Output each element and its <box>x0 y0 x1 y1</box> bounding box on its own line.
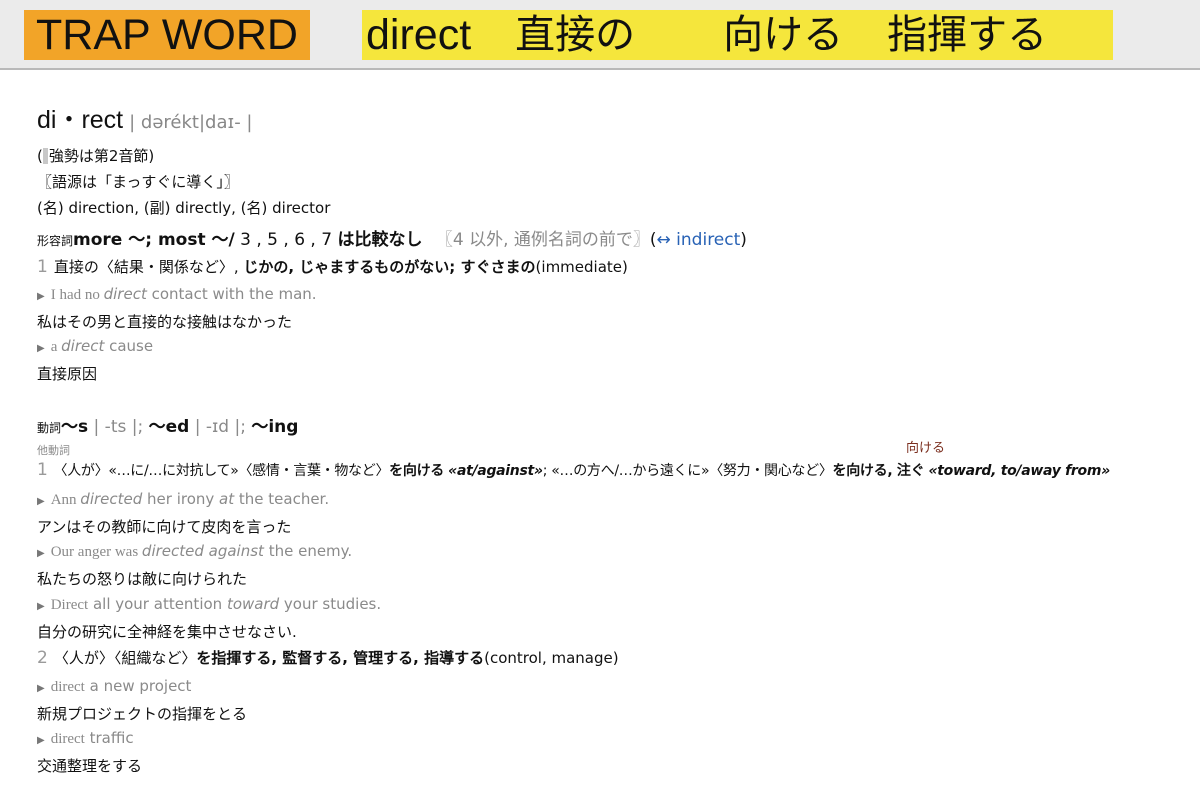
example-serif-text: Our anger was <box>50 544 142 560</box>
example-en[interactable]: ▶ Direct all your attention toward your s… <box>37 595 381 614</box>
verb-sense-1: 1 〈人が〉«…に/…に対抗して»〈感情・言葉・物など〉を向ける «at/agai… <box>37 460 1110 480</box>
pos-verb: 動詞 <box>37 421 62 435</box>
example-ja: 私たちの怒りは敵に向けられた <box>37 570 248 588</box>
example-serif-text: I had no <box>50 287 104 303</box>
triangle-right-icon: ▶ <box>37 291 45 302</box>
adj-sense-1: 1 直接の〈結果・関係など〉, じかの, じゃまするものがない; すぐさまの(im… <box>37 256 628 277</box>
pronunciation: | dərékt|daɪ- | <box>129 112 253 133</box>
verb-sense-2-a: 〈人が〉〈組織など〉 <box>53 649 197 667</box>
triangle-right-icon: ▶ <box>37 735 45 746</box>
example-serif-text: a <box>50 339 62 355</box>
example-mid-text: all your attention <box>88 595 227 613</box>
verb-sense-1-a: 〈人が〉«…に/…に対抗して»〈感情・言葉・物など〉 <box>53 463 390 479</box>
verb-sense-2: 2 〈人が〉〈組織など〉を指揮する, 監督する, 管理する, 指導する(contr… <box>37 647 619 668</box>
verb-sense-2-b: を指揮する, 監督する, 管理する, 指導する <box>196 649 485 667</box>
derivatives: (名) direction, (副) directly, (名) directo… <box>37 199 331 217</box>
example-rest-text: your studies. <box>279 595 382 613</box>
verb-form-s-pron: | -ts |; <box>93 417 144 437</box>
word-banner: direct 直接の 向ける 指揮する <box>362 10 1113 60</box>
example-italic-text: directed against <box>141 542 264 560</box>
example-serif-text: direct <box>50 679 85 695</box>
example-en[interactable]: ▶ Our anger was directed against the enem… <box>37 542 352 561</box>
example-en[interactable]: ▶ Ann directed her irony at the teacher. <box>37 490 329 509</box>
example-ja: 新規プロジェクトの指揮をとる <box>37 705 248 723</box>
example-en[interactable]: ▶ a direct cause <box>37 337 153 356</box>
example-rest-text: the enemy. <box>263 542 353 560</box>
example-rest-text: the teacher. <box>234 490 330 508</box>
adj-not-comparable-senses: 3 , 5 , 6 , 7 <box>234 230 338 250</box>
example-ja: 私はその男と直接的な接触はなかった <box>37 313 293 331</box>
example-rest-text: contact with the man. <box>146 285 317 303</box>
verb-sense-1-d: ; «…の方へ/…から遠くに»〈努力・関心など〉 <box>542 463 833 479</box>
example-rest-text: traffic <box>84 729 134 747</box>
triangle-right-icon: ▶ <box>37 343 45 354</box>
verb-sense-1-e: を向ける, 注ぐ <box>832 463 925 479</box>
example-mid-text: her irony <box>142 490 220 508</box>
example-ja: 自分の研究に全神経を集中させなさい. <box>37 623 297 641</box>
example-rest-text: a new project <box>84 677 192 695</box>
example-italic-text: direct <box>103 285 147 303</box>
example-italic-text: at <box>219 490 235 508</box>
example-italic-text: toward <box>226 595 280 613</box>
trap-word-label: TRAP WORD <box>24 10 310 60</box>
example-en[interactable]: ▶ I had no direct contact with the man. <box>37 285 317 304</box>
example-italic-text: direct <box>61 337 105 355</box>
etymology: 〖語源は「まっすぐに導く」〗 <box>37 173 239 191</box>
verb-form-s: 〜s <box>61 417 89 437</box>
verb-header: 動詞〜s | -ts |; 〜ed | -ɪd |; 〜ing <box>37 412 298 437</box>
sense-number: 1 <box>37 460 48 480</box>
adj-antonym-close: ) <box>740 230 747 250</box>
verb-form-ed-pron: | -ɪd |; <box>194 417 246 437</box>
sense-number: 1 <box>37 257 48 277</box>
adj-forms: more 〜; most 〜/ <box>73 230 235 250</box>
verb-sense-1-b: を向ける <box>389 463 444 479</box>
adj-sense-1-prefix: 直接の〈結果・関係など〉, <box>53 258 239 276</box>
example-serif-text: Ann <box>50 492 81 508</box>
antonym-link[interactable]: ↔ indirect <box>657 230 741 250</box>
verb-form-ing: 〜ing <box>251 417 299 437</box>
headword: di・rect <box>37 106 124 134</box>
adj-usage-note: 〖4 以外, 通例名詞の前で〗 <box>435 230 650 250</box>
example-ja: 交通整理をする <box>37 757 143 775</box>
triangle-right-icon: ▶ <box>37 496 45 507</box>
stress-note: (強勢は第2音節) <box>37 145 154 166</box>
banner-meaning-1: 直接の <box>515 12 636 58</box>
adj-antonym-open: ( <box>649 230 657 250</box>
verb-sense-1-f: «toward, to/away from» <box>928 463 1110 479</box>
sense-number: 2 <box>37 648 48 668</box>
triangle-right-icon: ▶ <box>37 548 45 559</box>
example-en[interactable]: ▶ direct a new project <box>37 677 191 696</box>
entry-headword-line: di・rect | dərékt|daɪ- | <box>37 100 252 136</box>
triangle-right-icon: ▶ <box>37 601 45 612</box>
example-serif-text: direct <box>50 731 85 747</box>
triangle-right-icon: ▶ <box>37 683 45 694</box>
banner-meaning-2: 向ける <box>723 12 844 58</box>
example-rest-text: cause <box>104 337 154 355</box>
example-serif-text: Direct <box>50 597 89 613</box>
banner-word: direct <box>366 11 472 59</box>
verb-sense-1-c: «at/against» <box>448 463 543 479</box>
example-ja: 直接原因 <box>37 365 98 383</box>
adj-not-comparable-label: は比較なし <box>337 230 423 250</box>
transitive-label: 他動詞 <box>37 444 70 457</box>
adj-sense-1-gloss: (immediate) <box>535 258 628 276</box>
stress-note-text: 強勢は第2音節) <box>48 147 155 165</box>
example-italic-text: directed <box>80 490 143 508</box>
pos-adjective: 形容詞 <box>37 234 74 248</box>
text-cursor <box>42 148 48 164</box>
handwritten-annotation: 向ける <box>906 441 946 456</box>
example-ja: アンはその教師に向けて皮肉を言った <box>37 518 292 536</box>
adjective-header: 形容詞more 〜; most 〜/ 3 , 5 , 6 , 7 は比較なし 〖… <box>37 225 747 250</box>
example-en[interactable]: ▶ direct traffic <box>37 729 134 748</box>
verb-sense-2-gloss: (control, manage) <box>484 649 619 667</box>
adj-sense-1-bold: じかの, じゃまするものがない; すぐさまの <box>243 258 536 276</box>
title-bar: TRAP WORD direct 直接の 向ける 指揮する <box>0 0 1200 70</box>
verb-form-ed: 〜ed <box>148 417 190 437</box>
banner-meaning-3: 指揮する <box>887 12 1048 58</box>
